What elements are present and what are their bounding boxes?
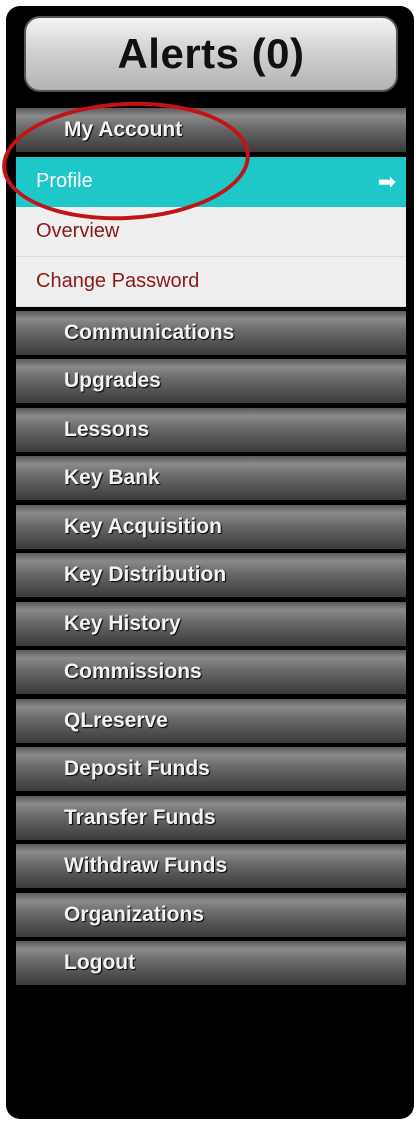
menu-item-profile[interactable]: Profile ➡	[16, 156, 406, 207]
menu-item-label: QLreserve	[64, 708, 168, 732]
menu-item-my-account[interactable]: My Account	[16, 108, 406, 152]
sidebar-menu: My Account Profile ➡ Overview Change Pas…	[16, 108, 406, 990]
menu-item-withdraw-funds[interactable]: Withdraw Funds	[16, 844, 406, 888]
menu-item-label: Organizations	[64, 902, 205, 926]
menu-item-label: Overview	[36, 219, 120, 242]
menu-item-label: Change Password	[36, 269, 200, 292]
menu-item-label: Withdraw Funds	[64, 854, 228, 877]
menu-item-label: Deposit Funds	[64, 757, 210, 780]
menu-item-commissions[interactable]: Commissions	[16, 650, 406, 694]
menu-item-qlreserve[interactable]: QLreserve	[16, 698, 406, 743]
menu-item-change-password[interactable]: Change Password	[16, 256, 406, 307]
menu-item-label: Key Bank	[64, 466, 160, 489]
menu-item-logout[interactable]: Logout	[16, 941, 406, 985]
menu-item-lessons[interactable]: Lessons	[16, 407, 406, 452]
menu-item-label: Logout	[64, 951, 136, 974]
menu-item-key-bank[interactable]: Key Bank	[16, 456, 406, 500]
menu-item-label: Key Acquisition	[64, 514, 222, 538]
menu-item-key-distribution[interactable]: Key Distribution	[16, 553, 406, 597]
menu-item-upgrades[interactable]: Upgrades	[16, 359, 406, 403]
menu-item-label: Key History	[64, 611, 181, 635]
menu-item-label: Communications	[64, 320, 235, 344]
menu-item-label: Profile	[36, 170, 93, 192]
menu-item-label: Commissions	[64, 660, 202, 683]
menu-item-label: Lessons	[64, 417, 150, 441]
arrow-right-icon: ➡	[377, 168, 396, 194]
menu-item-deposit-funds[interactable]: Deposit Funds	[16, 747, 406, 791]
menu-item-label: Key Distribution	[64, 563, 227, 586]
sidebar-panel: Alerts (0) My Account Profile ➡ Overview…	[6, 6, 414, 1119]
alerts-title: Alerts (0)	[117, 30, 305, 77]
alerts-button[interactable]: Alerts (0)	[24, 16, 398, 92]
menu-item-communications[interactable]: Communications	[16, 310, 406, 355]
menu-item-label: Transfer Funds	[64, 805, 216, 829]
menu-item-label: Upgrades	[64, 369, 161, 392]
menu-item-transfer-funds[interactable]: Transfer Funds	[16, 795, 406, 840]
menu-item-label: My Account	[64, 118, 183, 141]
menu-item-key-history[interactable]: Key History	[16, 601, 406, 646]
menu-item-key-acquisition[interactable]: Key Acquisition	[16, 504, 406, 549]
menu-item-organizations[interactable]: Organizations	[16, 892, 406, 937]
menu-item-overview[interactable]: Overview	[16, 206, 406, 257]
